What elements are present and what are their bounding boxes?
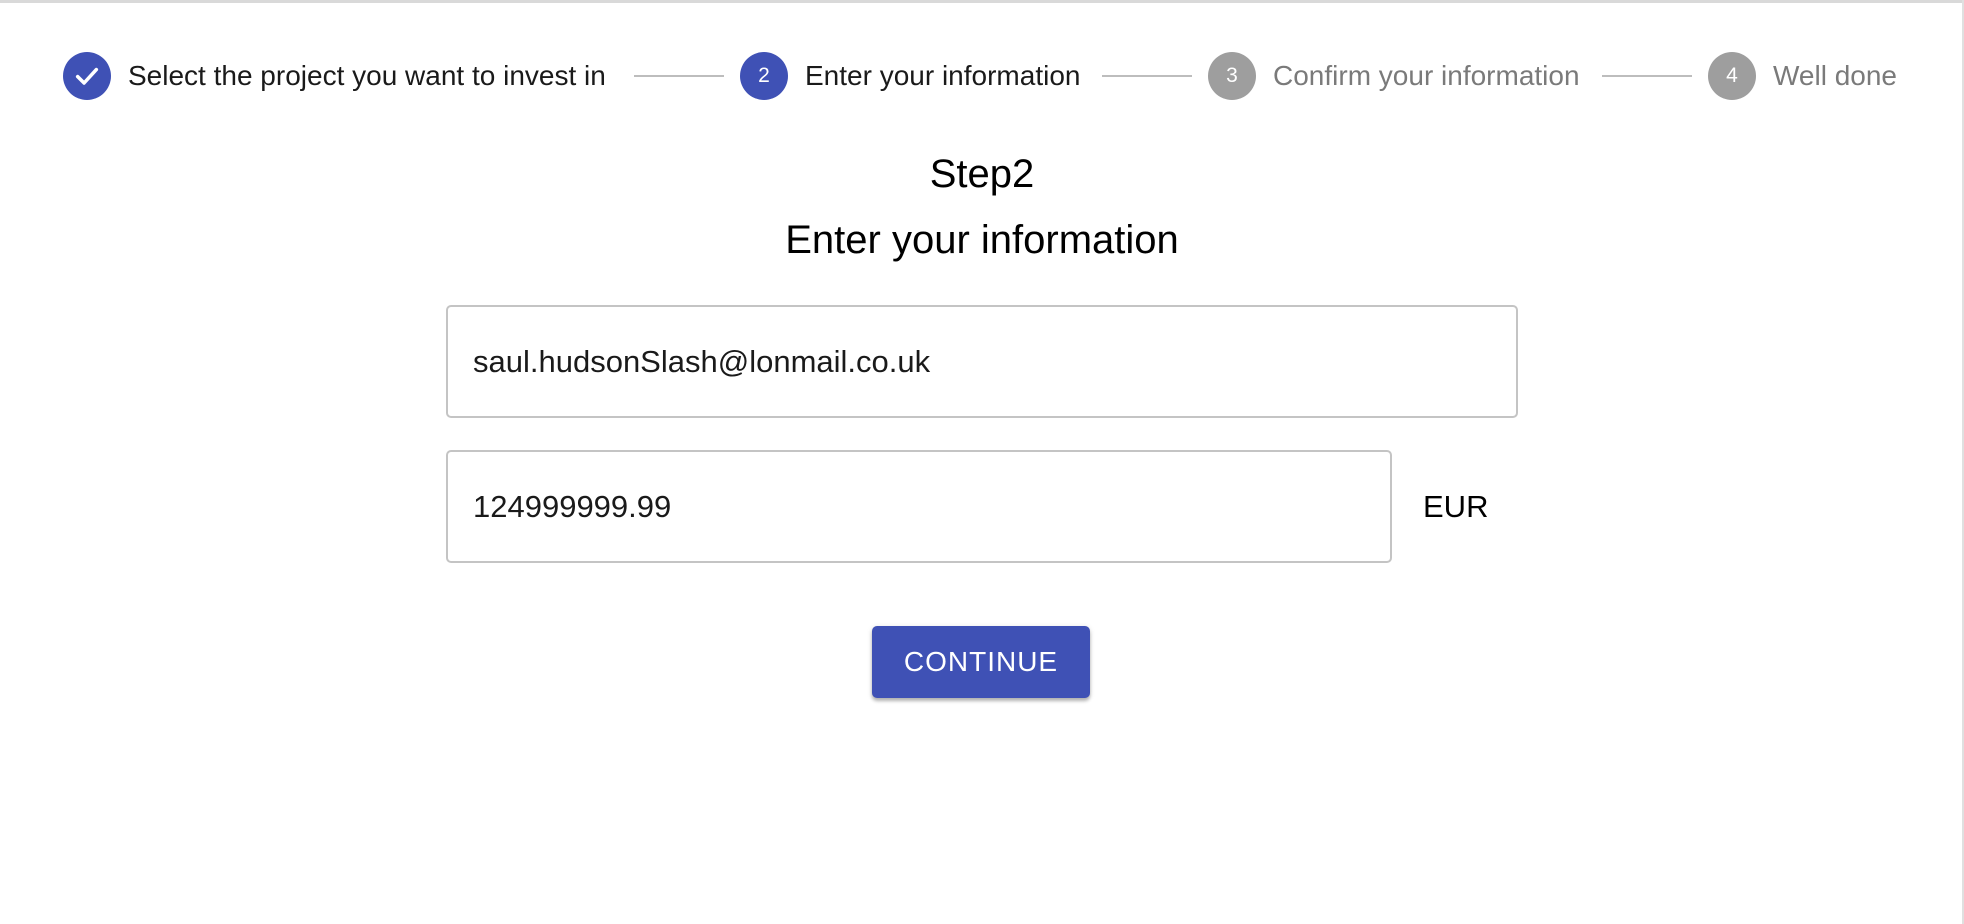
email-input[interactable] — [448, 307, 1516, 416]
step-2-circle: 2 — [740, 52, 788, 100]
amount-field[interactable] — [446, 450, 1392, 563]
check-icon — [75, 67, 99, 85]
step-2-label: Enter your information — [805, 60, 1081, 91]
step-4-circle: 4 — [1708, 52, 1756, 100]
amount-input[interactable] — [448, 452, 1390, 561]
step-connector — [1102, 75, 1192, 77]
step-well-done[interactable]: 4 Well done — [1708, 52, 1897, 100]
step-1-circle — [63, 52, 111, 100]
email-field[interactable] — [446, 305, 1518, 418]
step-connector — [634, 75, 724, 77]
step-confirm-information[interactable]: 3 Confirm your information — [1208, 52, 1580, 100]
step-select-project[interactable]: Select the project you want to invest in — [63, 52, 606, 100]
stepper: Select the project you want to invest in… — [63, 52, 1903, 100]
step-heading: Step2 — [929, 152, 1035, 196]
step-1-label: Select the project you want to invest in — [128, 60, 606, 91]
currency-label: EUR — [1423, 489, 1489, 524]
continue-button[interactable]: CONTINUE — [872, 626, 1090, 698]
step-connector — [1602, 75, 1692, 77]
step-enter-information[interactable]: 2 Enter your information — [740, 52, 1080, 100]
step-3-circle: 3 — [1208, 52, 1256, 100]
top-border — [0, 0, 1964, 3]
step-4-label: Well done — [1773, 60, 1898, 91]
step-3-label: Confirm your information — [1273, 60, 1580, 91]
page-title: Enter your information — [785, 218, 1179, 262]
